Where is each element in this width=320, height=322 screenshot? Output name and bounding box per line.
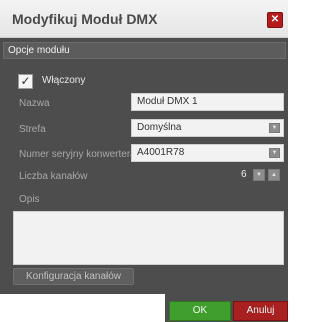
decrement-icon[interactable]: ▼	[253, 169, 265, 181]
serial-dropdown[interactable]: A4001R78 ▼	[131, 144, 284, 162]
description-label: Opis	[19, 194, 40, 205]
channel-config-button[interactable]: Konfiguracja kanałów	[13, 268, 134, 285]
checkmark-icon: ✓	[20, 74, 31, 88]
chevron-down-icon[interactable]: ▼	[269, 123, 280, 133]
name-label: Nazwa	[19, 98, 50, 109]
dialog-title: Modyfikuj Moduł DMX	[12, 11, 158, 27]
enabled-checkbox[interactable]: ✓	[18, 74, 33, 89]
dialog-body: Opcje modułu ✓ Włączony Nazwa Moduł DMX …	[0, 38, 288, 294]
serial-value: A4001R78	[137, 147, 185, 158]
chevron-down-icon[interactable]: ▼	[269, 148, 280, 158]
increment-icon[interactable]: ▲	[268, 169, 280, 181]
enabled-label: Włączony	[42, 75, 86, 86]
close-button[interactable]: ✕	[267, 12, 283, 28]
channels-value[interactable]: 6	[241, 169, 247, 180]
serial-label: Numer seryjny konwertera	[19, 149, 136, 160]
dialog-titlebar: Modyfikuj Moduł DMX ✕	[0, 0, 288, 38]
name-field[interactable]: Moduł DMX 1	[131, 93, 284, 111]
section-header: Opcje modułu	[3, 42, 286, 59]
description-textarea[interactable]	[13, 211, 284, 265]
ok-button[interactable]: OK	[169, 301, 231, 321]
zone-value: Domyślna	[137, 122, 182, 133]
cancel-button[interactable]: Anuluj	[233, 301, 288, 321]
channels-label: Liczba kanałów	[19, 171, 88, 182]
zone-label: Strefa	[19, 124, 46, 135]
zone-dropdown[interactable]: Domyślna ▼	[131, 119, 284, 137]
close-icon: ✕	[270, 14, 280, 25]
dialog-footer: OK Anuluj	[165, 294, 288, 322]
